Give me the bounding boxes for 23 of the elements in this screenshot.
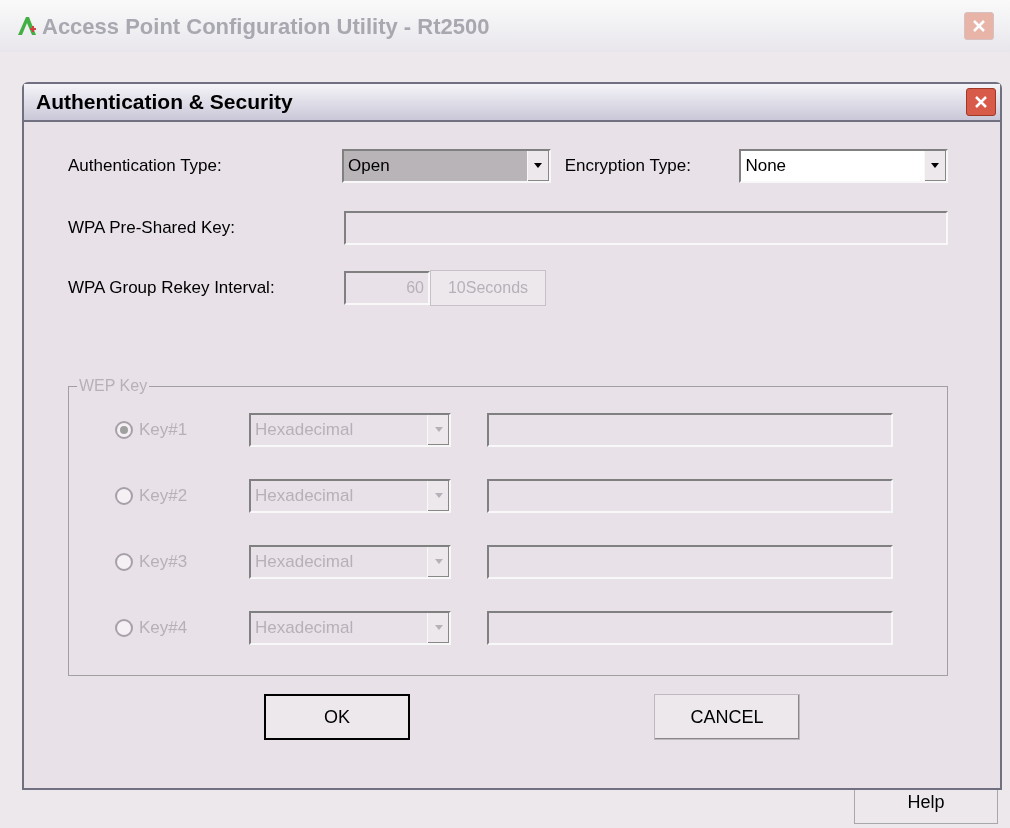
dropdown-arrow-button[interactable] (924, 151, 946, 181)
caret-icon (433, 559, 444, 565)
caret-icon (930, 163, 941, 169)
close-icon (971, 18, 987, 34)
caret-icon (433, 427, 444, 433)
dropdown-arrow-button[interactable] (526, 151, 549, 181)
encryption-dropdown[interactable]: None (739, 149, 948, 183)
authentication-dropdown[interactable]: Open (342, 149, 551, 183)
help-button[interactable]: Help (854, 788, 998, 824)
field-label: Encryption Type: (564, 155, 692, 178)
field-label: WPA Pre-Shared Key: (68, 217, 236, 240)
field-label: WPA Group Rekey Interval: (68, 277, 276, 300)
caret-icon (533, 163, 544, 169)
dialog-button[interactable]: OK (264, 694, 410, 740)
caret-icon (433, 493, 444, 499)
app-icon (16, 15, 38, 37)
close-button[interactable] (966, 88, 996, 116)
dialog-title: Authentication & Security (36, 89, 294, 116)
close-icon (973, 94, 989, 110)
dialog-button[interactable]: CANCEL (654, 694, 800, 740)
caret-icon (433, 625, 444, 631)
field-label: Authentication Type: (68, 155, 223, 178)
window-title: Access Point Configuration Utility - Rt2500 (42, 12, 491, 41)
